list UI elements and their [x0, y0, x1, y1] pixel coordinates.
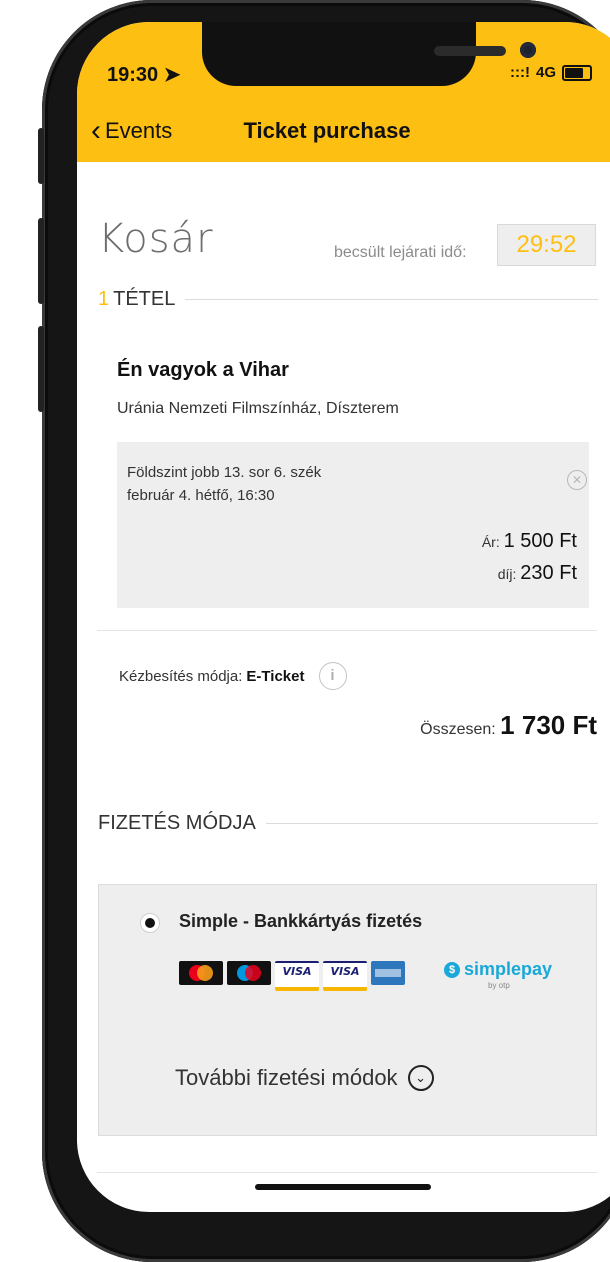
- items-section-header: 1 TÉTEL: [98, 288, 598, 311]
- delivery-label: Kézbesítés módja:: [119, 667, 243, 685]
- speaker-grille: [434, 46, 506, 56]
- app-header: 19:30 ➤ :::! 4G ‹ Events Ticket purchase: [77, 22, 610, 162]
- app-screen: 19:30 ➤ :::! 4G ‹ Events Ticket purchase…: [77, 22, 610, 1212]
- divider: [97, 630, 597, 631]
- maestro-logo: [227, 961, 271, 985]
- price-label: Ár:: [481, 534, 500, 550]
- volume-down-button: [38, 326, 44, 412]
- chevron-down-icon: ⌄: [407, 1065, 434, 1091]
- payment-section-header: FIZETÉS MÓDJA: [98, 812, 598, 835]
- fee-row: díj: 230 Ft: [498, 562, 577, 585]
- fee-value: 230 Ft: [520, 562, 577, 584]
- status-indicators: :::! 4G: [510, 64, 592, 81]
- simplepay-icon: $: [444, 961, 460, 978]
- simplepay-sub: by otp: [488, 981, 510, 990]
- payment-section-label: FIZETÉS MÓDJA: [98, 812, 256, 834]
- delivery-value: E-Ticket: [246, 667, 305, 685]
- mute-switch: [38, 128, 44, 184]
- location-arrow-icon: ➤: [163, 64, 181, 86]
- cart-title: Kosár: [98, 216, 214, 262]
- price-row: Ár: 1 500 Ft: [482, 530, 577, 553]
- payment-methods-panel: Simple - Bankkártyás fizetés VISA VISA $…: [98, 884, 597, 1136]
- front-camera: [520, 42, 536, 58]
- section-divider: [185, 299, 598, 300]
- status-time: 19:30 ➤: [107, 64, 181, 86]
- mastercard-logo: [179, 961, 223, 985]
- simplepay-logo: $ simplepay: [444, 959, 552, 980]
- event-venue: Uránia Nemzeti Filmszínház, Díszterem: [117, 400, 399, 417]
- more-payment-methods-button[interactable]: További fizetési módok ⌄: [175, 1065, 434, 1091]
- card-logos: VISA VISA: [179, 961, 405, 991]
- home-indicator[interactable]: [255, 1184, 431, 1190]
- event-datetime: február 4. hétfő, 16:30: [127, 487, 275, 504]
- section-divider: [265, 823, 598, 824]
- divider: [97, 1172, 597, 1173]
- price-value: 1 500 Ft: [503, 530, 577, 552]
- page-title: Ticket purchase: [243, 118, 411, 143]
- fee-label: díj:: [497, 566, 517, 582]
- total-value: 1 730 Ft: [500, 710, 597, 740]
- simplepay-label: simplepay: [464, 959, 553, 979]
- battery-icon: [562, 64, 592, 81]
- more-payment-methods-label: További fizetési módok: [175, 1065, 398, 1090]
- notch: [202, 22, 536, 86]
- expiry-timer: 29:52: [497, 224, 596, 266]
- visa-logo: VISA: [275, 961, 319, 991]
- remove-ticket-icon[interactable]: ✕: [567, 470, 587, 490]
- payment-radio-selected[interactable]: [140, 913, 160, 933]
- network-label: 4G: [535, 64, 556, 81]
- seat-info: Földszint jobb 13. sor 6. szék: [127, 464, 322, 481]
- ticket-card: Földszint jobb 13. sor 6. szék február 4…: [117, 442, 589, 608]
- expiry-label: becsült lejárati idő:: [334, 244, 467, 261]
- order-total: Összesen: 1 730 Ft: [420, 710, 597, 741]
- item-count: 1: [98, 288, 110, 310]
- items-section-label: TÉTEL: [113, 288, 176, 310]
- amex-logo: [371, 961, 405, 985]
- delivery-method: Kézbesítés módja: E-Ticket i: [119, 662, 347, 690]
- event-title: Én vagyok a Vihar: [117, 359, 289, 381]
- signal-icon: :::!: [510, 64, 530, 81]
- payment-method-label[interactable]: Simple - Bankkártyás fizetés: [179, 911, 422, 932]
- volume-up-button: [38, 218, 44, 304]
- total-label: Összesen:: [420, 721, 496, 738]
- info-icon[interactable]: i: [318, 662, 347, 690]
- visa-electron-logo: VISA: [323, 961, 367, 991]
